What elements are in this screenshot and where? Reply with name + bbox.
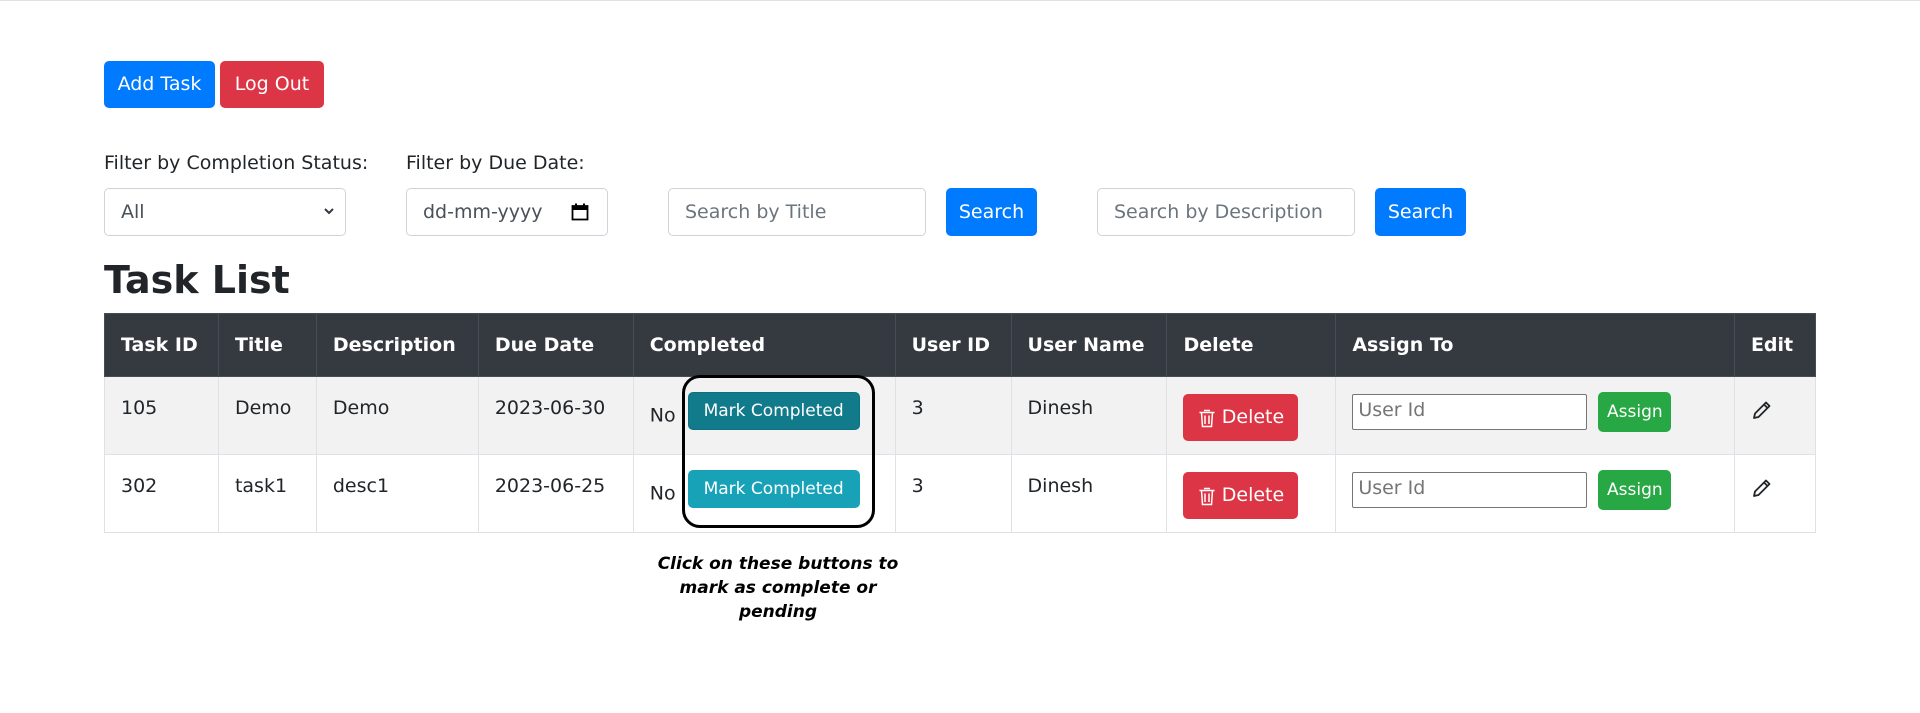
delete-button[interactable]: Delete [1183, 394, 1299, 441]
assign-user-id-input[interactable]: User Id [1352, 472, 1588, 508]
due-date-cell: 2023-06-30 [477, 376, 634, 455]
title-cell: task1 [217, 454, 317, 533]
log-out-button[interactable]: Log Out [220, 61, 324, 108]
edit-cell [1733, 454, 1817, 533]
mark-completed-button[interactable]: Mark Completed [687, 470, 860, 508]
description-cell: desc1 [315, 454, 479, 533]
status-filter-select[interactable]: All [104, 188, 346, 236]
column-header-description: Description [315, 313, 479, 377]
column-header-edit: Edit [1733, 313, 1817, 377]
column-header-delete: Delete [1166, 313, 1337, 377]
top-divider [0, 0, 1920, 1]
status-filter-label: Filter by Completion Status: [104, 152, 369, 174]
description-cell: Demo [315, 376, 479, 455]
status-filter-value: All [121, 201, 145, 223]
completed-cell: No Mark Completed [632, 454, 896, 533]
user-id-cell: 3 [894, 376, 1012, 455]
column-header-user-id: User ID [894, 313, 1012, 377]
delete-cell: Delete [1166, 376, 1337, 455]
completed-status: No [649, 404, 676, 427]
delete-label: Delete [1221, 406, 1285, 428]
annotation-note: Click on these buttons to mark as comple… [657, 554, 899, 622]
pencil-icon[interactable] [1751, 399, 1773, 421]
title-search-placeholder: Search by Title [685, 201, 827, 223]
column-header-user-name: User Name [1010, 313, 1168, 377]
calendar-icon[interactable] [571, 203, 589, 221]
pencil-icon[interactable] [1751, 477, 1773, 499]
assign-user-id-input[interactable]: User Id [1352, 394, 1588, 430]
user-name-cell: Dinesh [1010, 376, 1168, 455]
trash-icon [1199, 409, 1215, 427]
add-task-button[interactable]: Add Task [104, 61, 215, 108]
description-search-button[interactable]: Search [1375, 188, 1466, 236]
assign-cell: User Id Assign [1335, 454, 1735, 533]
column-header-assign-to: Assign To [1335, 313, 1735, 377]
column-header-completed: Completed [632, 313, 896, 377]
user-id-cell: 3 [894, 454, 1012, 533]
column-header-task-id: Task ID [104, 313, 219, 377]
title-search-input[interactable]: Search by Title [668, 188, 926, 236]
description-search-input[interactable]: Search by Description [1097, 188, 1355, 236]
description-search-placeholder: Search by Description [1114, 201, 1323, 223]
title-cell: Demo [217, 376, 317, 455]
due-date-placeholder: dd-mm-yyyy [423, 201, 543, 223]
delete-label: Delete [1221, 484, 1285, 506]
table-row: 302 task1 desc1 2023-06-25 No Mark Compl… [104, 454, 1817, 533]
completed-cell: No Mark Completed [632, 376, 896, 455]
task-id-cell: 105 [104, 376, 219, 455]
page-title: Task List [104, 258, 290, 302]
trash-icon [1199, 487, 1215, 505]
due-date-cell: 2023-06-25 [477, 454, 634, 533]
completed-status: No [649, 482, 676, 505]
mark-completed-button[interactable]: Mark Completed [687, 392, 860, 430]
delete-button[interactable]: Delete [1183, 472, 1299, 519]
assign-button[interactable]: Assign [1598, 392, 1672, 432]
column-header-due-date: Due Date [477, 313, 634, 377]
task-id-cell: 302 [104, 454, 219, 533]
edit-cell [1733, 376, 1817, 455]
assign-cell: User Id Assign [1335, 376, 1735, 455]
title-search-button[interactable]: Search [946, 188, 1037, 236]
delete-cell: Delete [1166, 454, 1337, 533]
assign-button[interactable]: Assign [1598, 470, 1672, 510]
column-header-title: Title [217, 313, 317, 377]
chevron-down-icon [324, 208, 334, 215]
due-date-filter-label: Filter by Due Date: [406, 152, 585, 174]
due-date-filter-input[interactable]: dd-mm-yyyy [406, 188, 608, 236]
table-header-row: Task ID Title Description Due Date Compl… [104, 313, 1817, 377]
user-name-cell: Dinesh [1010, 454, 1168, 533]
table-row: 105 Demo Demo 2023-06-30 No Mark Complet… [104, 376, 1817, 455]
task-table: Task ID Title Description Due Date Compl… [104, 313, 1817, 533]
